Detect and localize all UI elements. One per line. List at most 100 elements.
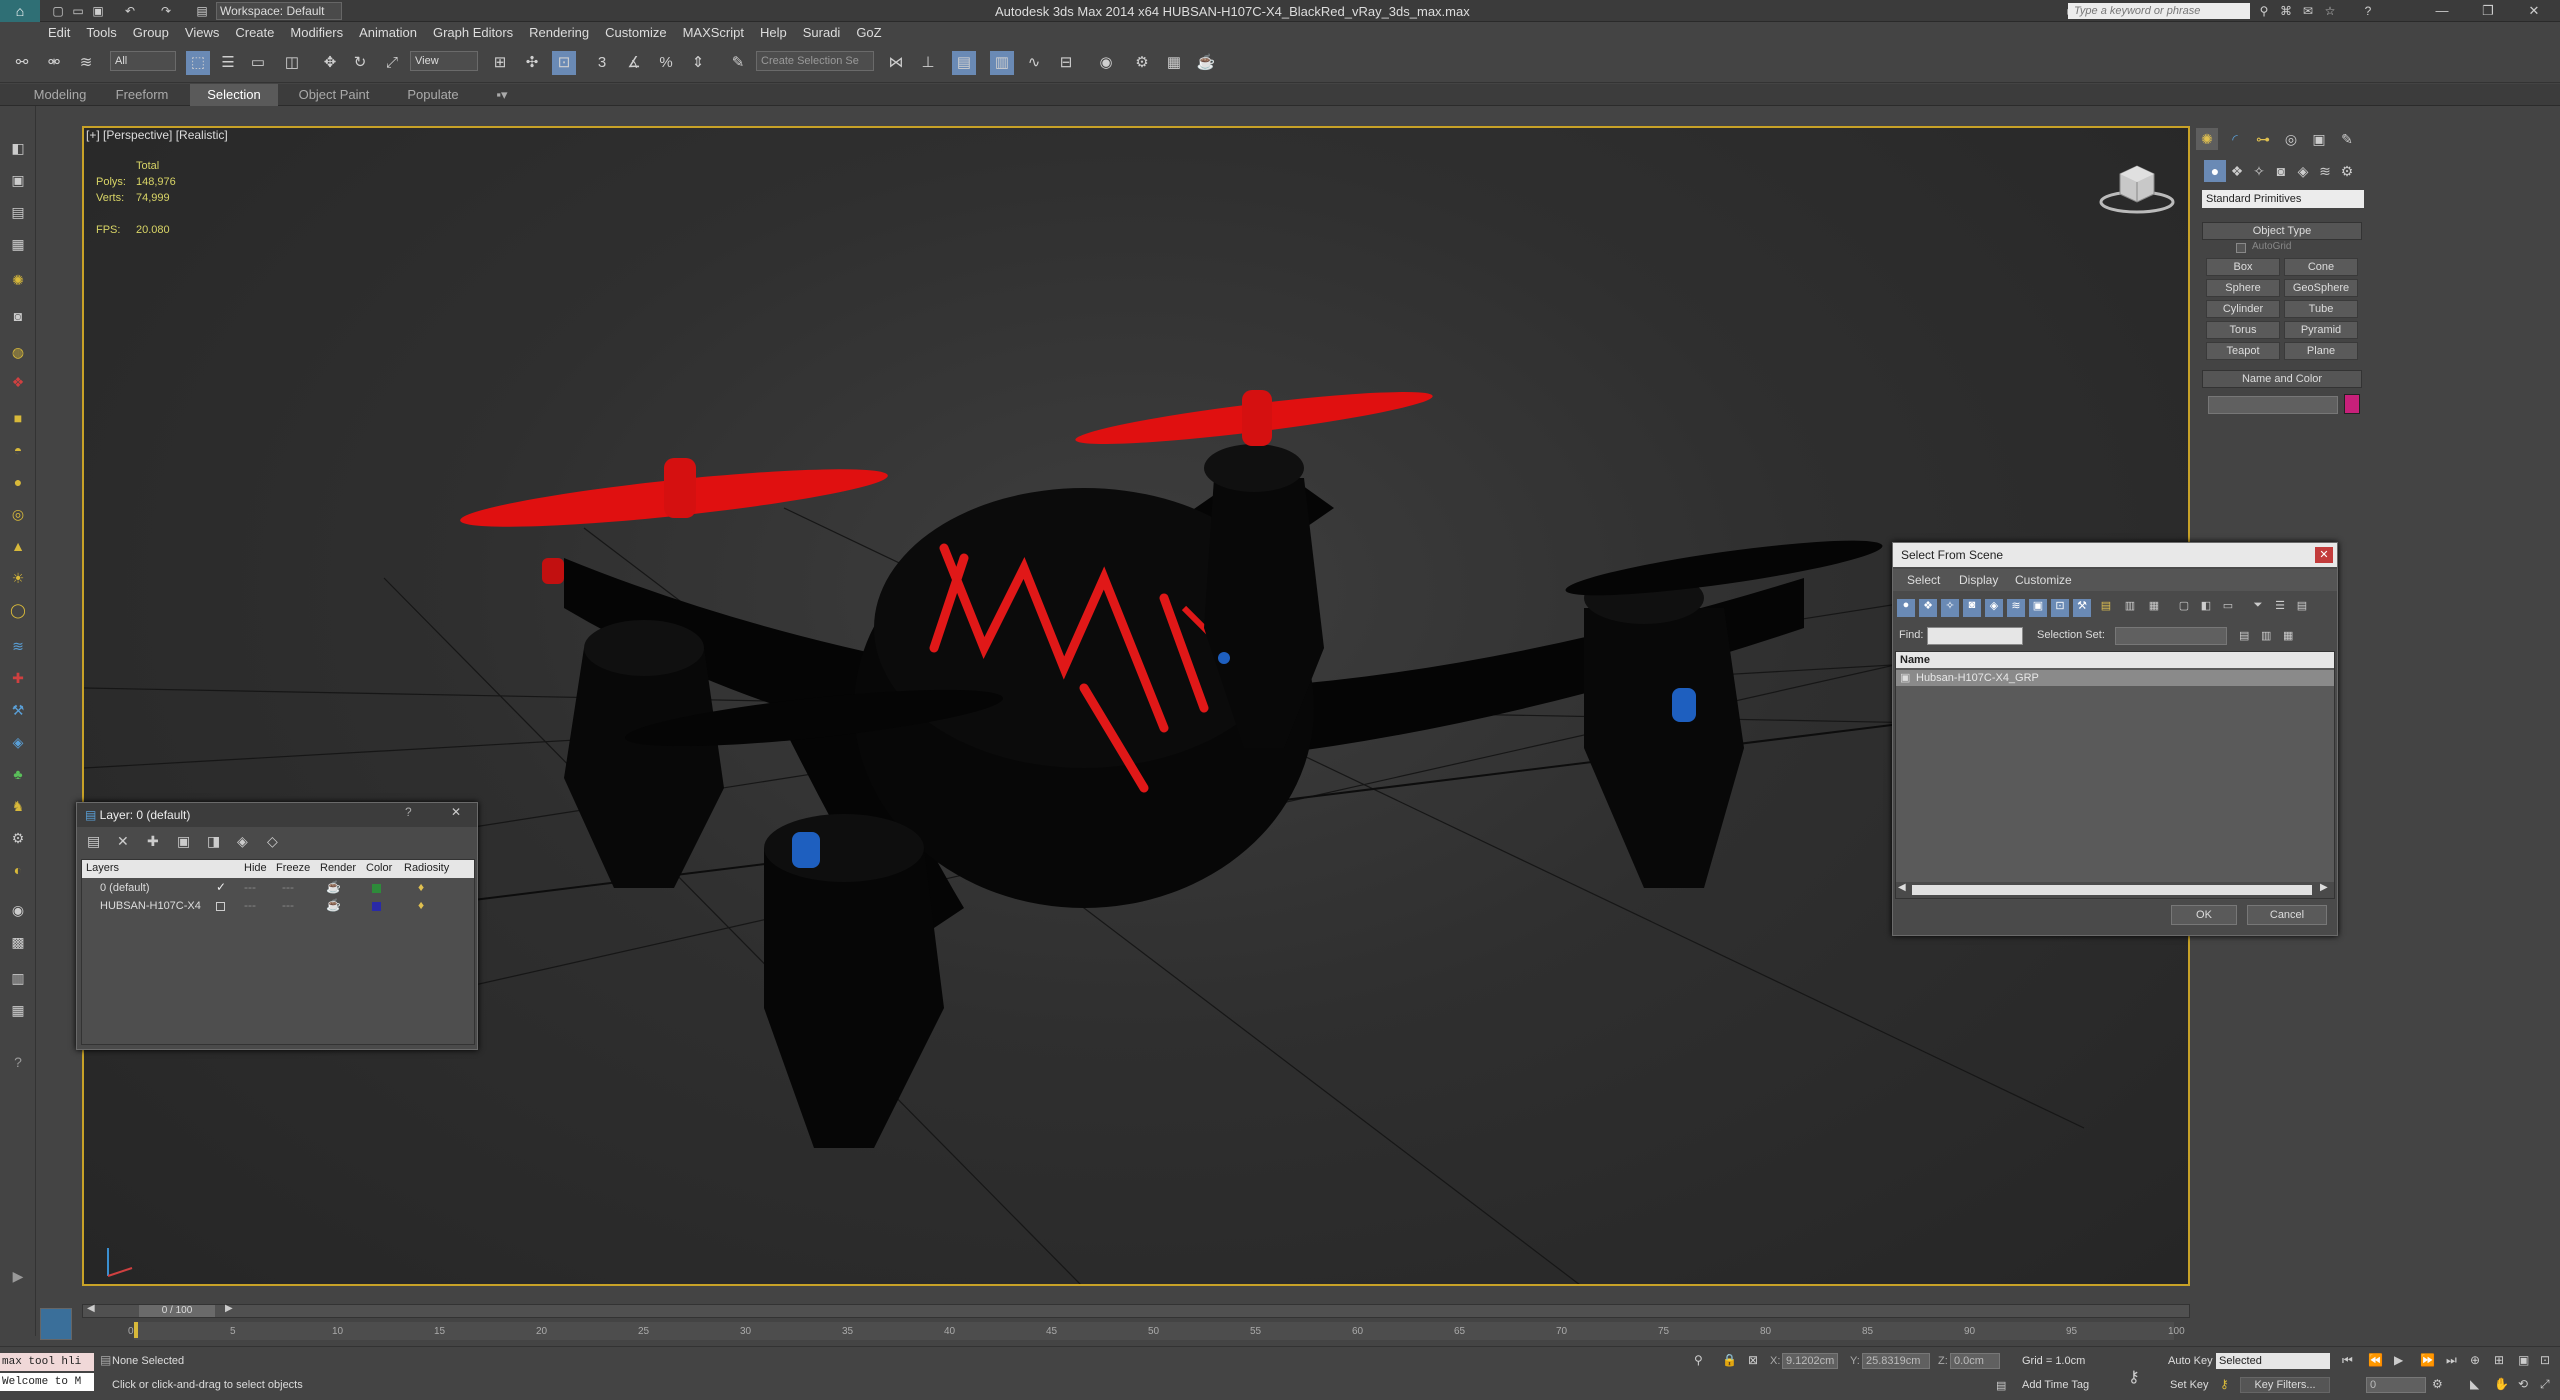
select-in-layer-icon[interactable]: ▣ [177,833,190,850]
set-key-mode-key-icon[interactable]: ⚷ [2128,1367,2140,1387]
teapot-button[interactable]: Teapot [2206,342,2280,360]
delete-layer-icon[interactable]: ✕ [117,833,129,850]
cameras-cat-icon[interactable]: ◙ [2270,160,2292,182]
column-options-icon[interactable]: ▤ [2293,599,2311,617]
help-circle-icon[interactable]: ? [6,1050,30,1074]
pyramid-button[interactable]: Pyramid [2284,321,2358,339]
manipulate-icon[interactable]: ✣ [520,51,544,75]
freeze-all-icon[interactable]: ◇ [267,833,278,850]
play-icon[interactable]: ▶ [2394,1353,2403,1367]
add-to-layer-icon[interactable]: ✚ [147,833,159,850]
workspace-dropdown[interactable]: Workspace: Default [216,2,342,20]
find-input[interactable] [1927,627,2023,645]
helpers-cat-icon[interactable]: ◈ [2292,160,2314,182]
add-time-tag[interactable]: Add Time Tag [2022,1379,2089,1391]
menu-edit[interactable]: Edit [40,22,78,44]
time-prev-icon[interactable]: ◀ [87,1303,95,1314]
menu-rendering[interactable]: Rendering [521,22,597,44]
app-logo-icon[interactable]: ⌂ [0,0,40,22]
orbit-icon[interactable]: ⟲ [2518,1377,2528,1391]
object-type-rollout[interactable]: Object Type [2202,222,2362,240]
key-set-dropdown[interactable]: Selected [2216,1353,2330,1369]
maximize-viewport-icon[interactable]: ⤢ [2540,1377,2550,1392]
render-setup-icon[interactable]: ⚙ [1130,51,1154,75]
layer-help-icon[interactable]: ? [405,805,412,819]
set-add-icon[interactable]: ▤ [2239,629,2249,642]
radiosity-bulb-icon[interactable]: ♦ [418,898,424,912]
torus-icon[interactable]: ◯ [6,598,30,622]
helper-icon[interactable]: ◍ [6,340,30,364]
save-file-icon[interactable]: ▣ [90,3,106,19]
filter-lights-icon[interactable]: ✧ [1941,599,1959,617]
filter-shapes-icon[interactable]: ❖ [1919,599,1937,617]
render-teapot-icon[interactable]: ☕ [326,898,341,912]
select-object-icon[interactable]: ⬚ [186,51,210,75]
radiosity-bulb-icon[interactable]: ♦ [418,880,424,894]
field-of-view-icon[interactable]: ◣ [2470,1377,2479,1391]
scene-explorer-icon[interactable]: ◧ [6,136,30,160]
walkthrough-icon[interactable]: ◐ [6,858,30,882]
utility-sphere-icon[interactable]: ◉ [6,898,30,922]
zoom-extents-icon[interactable]: ▣ [2518,1353,2529,1367]
hierarchy-panel-icon[interactable]: ⊶ [2252,128,2274,150]
named-selection-set-dropdown[interactable]: Create Selection Se [756,51,874,71]
scroll-right-icon[interactable]: ▶ [2320,882,2328,893]
time-slider-track[interactable]: ◀ 0 / 100 ▶ [82,1303,2190,1318]
selection-filter-dropdown[interactable]: All [110,51,176,71]
select-dialog-close-icon[interactable]: ✕ [2315,547,2333,563]
communication-icon[interactable]: ✉ [2300,3,2316,19]
set-key-button[interactable]: Set Key [2170,1379,2209,1391]
auto-key-button[interactable]: Auto Key [2168,1355,2213,1367]
current-frame-field[interactable]: 0 [2366,1377,2426,1393]
go-to-start-icon[interactable]: ⏮ [2342,1353,2353,1368]
scroll-left-icon[interactable]: ◀ [1898,882,1906,893]
layer-row[interactable]: HUBSAN-H107C-X4 --- --- ☕ ♦ [82,898,474,916]
lights-cat-icon[interactable]: ✧ [2248,160,2270,182]
camera-icon[interactable]: ◙ [6,304,30,328]
project-folder-icon[interactable]: ▤ [194,3,210,19]
ribbon-options-icon[interactable]: ▪▾ [488,84,516,106]
menu-goz[interactable]: GoZ [848,22,889,44]
go-to-end-icon[interactable]: ⏭ [2446,1353,2457,1368]
maxscript-listener-output[interactable]: max tool hli [0,1353,94,1371]
select-all-icon[interactable]: ▦ [2145,599,2163,617]
autogrid-checkbox[interactable] [2236,243,2246,253]
cone-button[interactable]: Cone [2284,258,2358,276]
z-coordinate-field[interactable]: 0.0cm [1950,1353,2000,1369]
layer-manager-icon[interactable]: ▤ [952,51,976,75]
biped-icon[interactable]: ♞ [6,794,30,818]
previous-frame-icon[interactable]: ⏪ [2368,1353,2383,1367]
menu-animation[interactable]: Animation [351,22,425,44]
cancel-button[interactable]: Cancel [2247,905,2327,925]
hemisphere-icon[interactable]: ◓ [6,438,30,462]
freeze-toggle[interactable]: --- [282,880,294,894]
name-and-color-rollout[interactable]: Name and Color [2202,370,2362,388]
object-color-swatch[interactable] [2344,394,2360,414]
time-next-icon[interactable]: ▶ [225,1303,233,1314]
keyword-search-input[interactable]: Type a keyword or phrase [2068,3,2250,19]
y-coordinate-field[interactable]: 25.8319cm [1862,1353,1930,1369]
render-icon[interactable]: ▩ [6,930,30,954]
maxscript-listener-input[interactable]: Welcome to M [0,1373,94,1391]
primitive-category-dropdown[interactable]: Standard Primitives [2202,190,2364,208]
listener-toggle-icon[interactable]: ▤ [100,1353,112,1369]
layer-explorer-icon[interactable]: ▤ [6,200,30,224]
schematic-view-icon[interactable]: ⊟ [1054,51,1078,75]
filter-spacewarps-icon[interactable]: ≋ [2007,599,2025,617]
list-item[interactable]: ▣ Hubsan-H107C-X4_GRP [1896,670,2334,686]
torus-button[interactable]: Torus [2206,321,2280,339]
freeze-toggle[interactable]: --- [282,898,294,912]
hide-toggle[interactable]: --- [244,898,256,912]
menu-display[interactable]: Display [1959,573,1998,587]
keyboard-shortcut-icon[interactable]: ⊡ [552,51,576,75]
col-freeze[interactable]: Freeze [276,862,310,874]
current-layer-box[interactable] [216,902,225,911]
unlink-icon[interactable]: ⚮ [42,51,66,75]
modifier-icon[interactable]: ✚ [6,666,30,690]
zoom-all-icon[interactable]: ⊞ [2494,1353,2504,1367]
mini-curve-editor-icon[interactable] [40,1308,72,1340]
calculator-icon[interactable]: ▦ [6,998,30,1022]
sort-options-icon[interactable]: ☰ [2271,599,2289,617]
filter-bones-icon[interactable]: ⚒ [2073,599,2091,617]
display-influences-icon[interactable]: ▥ [2121,599,2139,617]
